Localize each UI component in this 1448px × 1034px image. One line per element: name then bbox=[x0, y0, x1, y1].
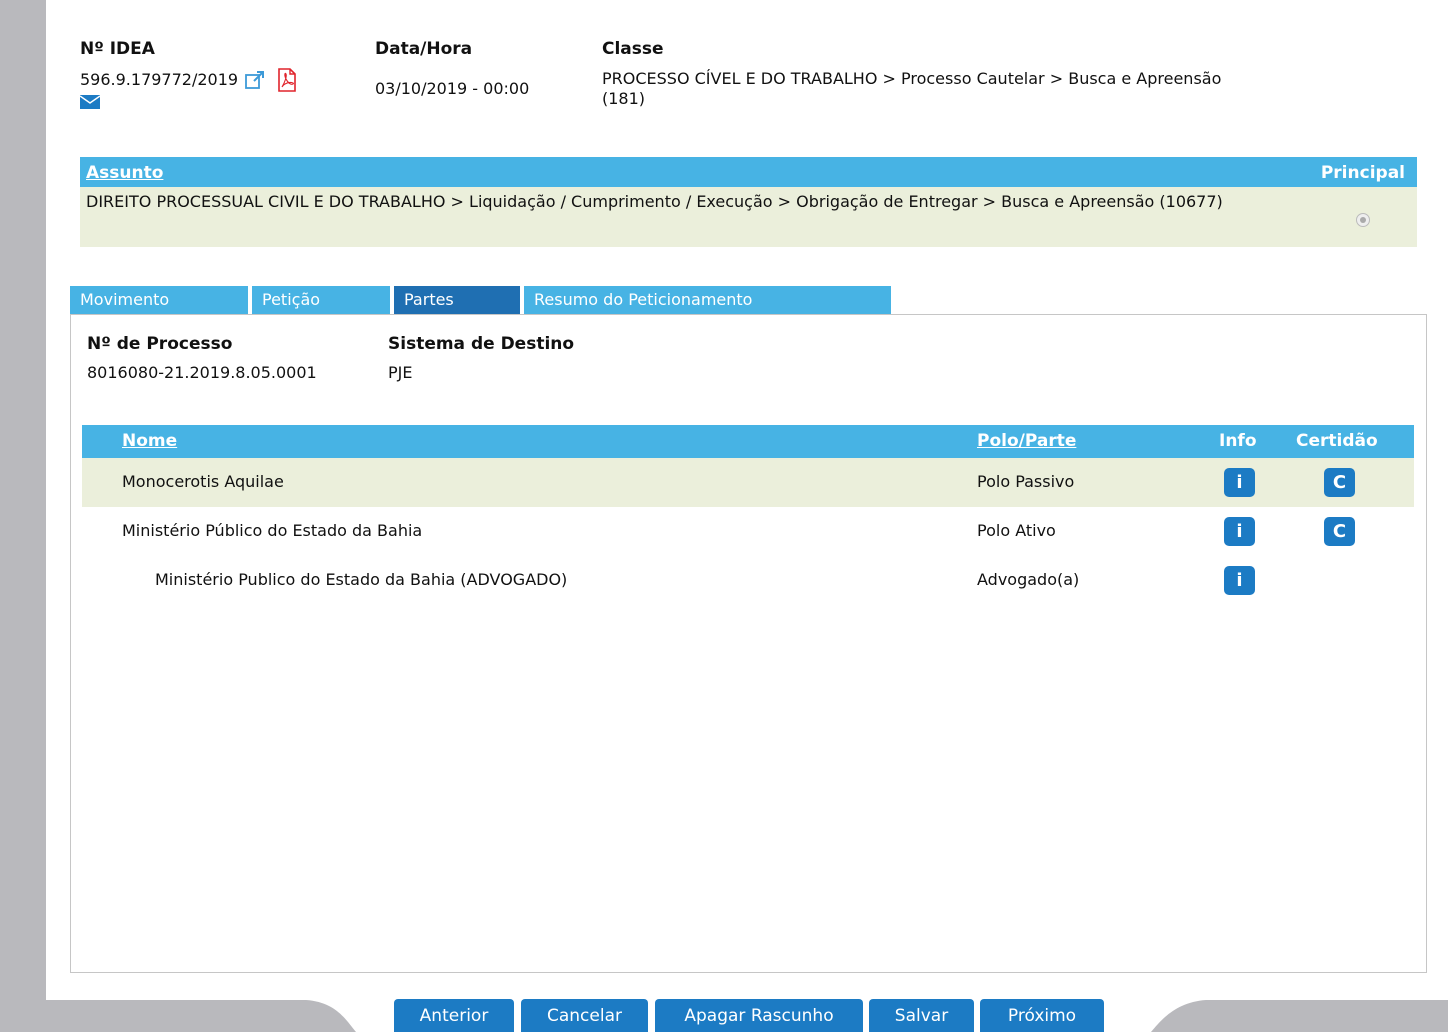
classe-label: Classe bbox=[602, 39, 664, 59]
pdf-icon[interactable] bbox=[276, 68, 298, 92]
partes-table-header: Nome Polo/Parte Info Certidão bbox=[82, 425, 1414, 458]
parte-polo: Polo Passivo bbox=[977, 472, 1075, 491]
sistema-block: Sistema de Destino PJE bbox=[388, 333, 574, 383]
anterior-button[interactable]: Anterior bbox=[394, 999, 514, 1032]
external-link-icon[interactable] bbox=[244, 70, 266, 90]
assunto-table: Assunto Principal DIREITO PROCESSUAL CIV… bbox=[80, 157, 1417, 247]
principal-radio[interactable] bbox=[1356, 213, 1370, 227]
classe-value: PROCESSO CÍVEL E DO TRABALHO > Processo … bbox=[602, 69, 1222, 108]
idea-label: Nº IDEA bbox=[80, 39, 155, 59]
table-row: Ministério Público do Estado da Bahia Po… bbox=[82, 507, 1414, 556]
table-row: Ministério Publico do Estado da Bahia (A… bbox=[82, 556, 1414, 605]
apagar-rascunho-button[interactable]: Apagar Rascunho bbox=[655, 999, 863, 1032]
certidao-button[interactable]: C bbox=[1324, 517, 1355, 546]
processo-label: Nº de Processo bbox=[87, 334, 233, 354]
tab-partes[interactable]: Partes bbox=[394, 286, 520, 314]
parte-nome: Ministério Publico do Estado da Bahia (A… bbox=[155, 570, 568, 589]
certidao-header: Certidão bbox=[1296, 431, 1378, 451]
data-hora-value: 03/10/2019 - 00:00 bbox=[375, 79, 530, 98]
sistema-value: PJE bbox=[388, 363, 413, 382]
parte-nome: Monocerotis Aquilae bbox=[122, 472, 284, 491]
partes-table: Nome Polo/Parte Info Certidão Monoceroti… bbox=[82, 425, 1414, 605]
processo-block: Nº de Processo 8016080-21.2019.8.05.0001 bbox=[87, 333, 317, 383]
parte-nome: Ministério Público do Estado da Bahia bbox=[122, 521, 423, 540]
polo-sort-link[interactable]: Polo/Parte bbox=[977, 431, 1076, 451]
parte-polo: Polo Ativo bbox=[977, 521, 1056, 540]
data-hora-label: Data/Hora bbox=[375, 39, 473, 59]
cancelar-button[interactable]: Cancelar bbox=[521, 999, 648, 1032]
table-row: Monocerotis Aquilae Polo Passivo i C bbox=[82, 458, 1414, 507]
salvar-button[interactable]: Salvar bbox=[869, 999, 974, 1032]
processo-value: 8016080-21.2019.8.05.0001 bbox=[87, 363, 317, 382]
idea-block: Nº IDEA 596.9.179772/2019 bbox=[80, 38, 298, 110]
tab-movimento[interactable]: Movimento bbox=[70, 286, 248, 314]
info-header: Info bbox=[1219, 431, 1257, 451]
info-button[interactable]: i bbox=[1224, 517, 1255, 546]
proximo-button[interactable]: Próximo bbox=[980, 999, 1104, 1032]
certidao-button[interactable]: C bbox=[1324, 468, 1355, 497]
info-button[interactable]: i bbox=[1224, 468, 1255, 497]
assunto-sort-link[interactable]: Assunto bbox=[86, 163, 163, 183]
assunto-row: DIREITO PROCESSUAL CIVIL E DO TRABALHO >… bbox=[80, 187, 1417, 247]
info-button[interactable]: i bbox=[1224, 566, 1255, 595]
nome-sort-link[interactable]: Nome bbox=[122, 431, 177, 451]
principal-label: Principal bbox=[1320, 163, 1405, 183]
assunto-text: DIREITO PROCESSUAL CIVIL E DO TRABALHO >… bbox=[86, 192, 1223, 211]
data-hora-block: Data/Hora 03/10/2019 - 00:00 bbox=[375, 38, 529, 99]
parte-polo: Advogado(a) bbox=[977, 570, 1080, 589]
tab-resumo-peticionamento[interactable]: Resumo do Peticionamento bbox=[524, 286, 891, 314]
mail-icon[interactable] bbox=[80, 94, 100, 110]
tab-peticao[interactable]: Petição bbox=[252, 286, 390, 314]
peticionamento-page: Nº IDEA 596.9.179772/2019 Data/Hora 03/1… bbox=[46, 0, 1448, 1032]
assunto-header: Assunto Principal bbox=[80, 157, 1417, 187]
sistema-label: Sistema de Destino bbox=[388, 334, 575, 354]
idea-value: 596.9.179772/2019 bbox=[80, 70, 239, 89]
partes-panel: Nº de Processo 8016080-21.2019.8.05.0001… bbox=[70, 314, 1427, 973]
left-margin-bar bbox=[0, 0, 46, 1032]
classe-block: Classe PROCESSO CÍVEL E DO TRABALHO > Pr… bbox=[602, 38, 1242, 109]
